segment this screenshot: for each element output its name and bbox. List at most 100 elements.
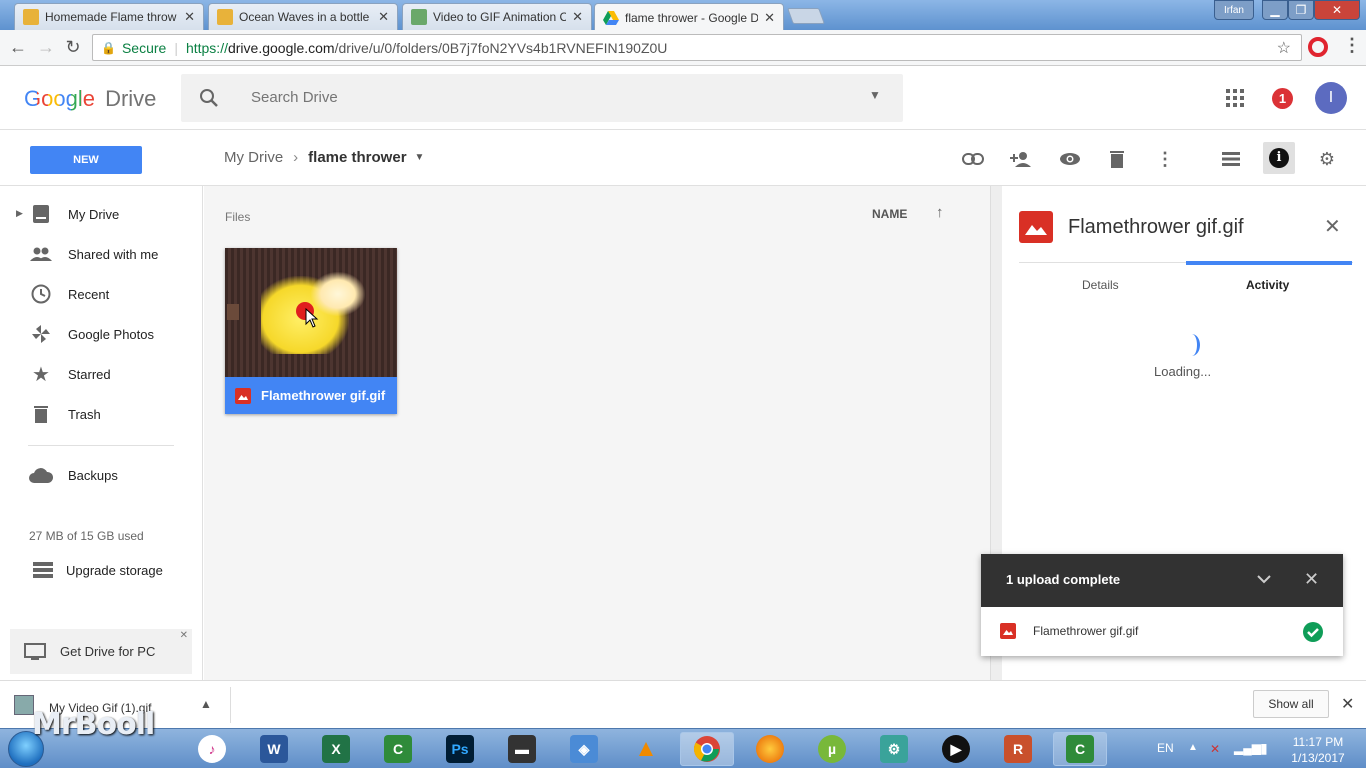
google-drive-logo[interactable]: Google Drive xyxy=(24,86,156,112)
taskbar-projector[interactable]: ▬ xyxy=(495,732,549,766)
sidebar-item-label: Google Photos xyxy=(68,326,155,342)
close-panel-icon[interactable]: ✕ xyxy=(1324,214,1341,239)
sidebar-item-starred[interactable]: ★ Starred xyxy=(0,354,203,394)
menu-icon[interactable]: ⋮ xyxy=(1343,35,1361,56)
panel-title: Flamethrower gif.gif xyxy=(1068,216,1244,238)
taskbar-utorrent[interactable]: µ xyxy=(805,732,859,766)
logo-google: Google xyxy=(24,86,95,111)
sidebar-item-google-photos[interactable]: Google Photos xyxy=(0,314,203,354)
breadcrumb-current-folder[interactable]: flame thrower xyxy=(308,149,406,166)
close-icon[interactable]: ✕ xyxy=(1341,694,1354,714)
user-badge[interactable]: Irfan xyxy=(1214,0,1254,20)
storage-used-text: 27 MB of 15 GB used xyxy=(29,529,144,543)
clock-time[interactable]: 11:17 PM xyxy=(1292,735,1344,749)
taskbar-chrome[interactable] xyxy=(680,732,734,766)
upgrade-storage-link[interactable]: Upgrade storage xyxy=(0,550,203,590)
search-options-icon[interactable]: ▼ xyxy=(869,88,881,102)
file-card[interactable]: Flamethrower gif.gif xyxy=(225,248,397,414)
forward-icon[interactable]: → xyxy=(35,36,57,58)
taskbar-firefox[interactable] xyxy=(743,732,797,766)
more-actions-icon[interactable]: ⋮ xyxy=(1152,146,1178,172)
sidebar-item-my-drive[interactable]: ▶ My Drive xyxy=(0,194,203,234)
sort-arrow-up-icon[interactable]: ↑ xyxy=(936,204,944,221)
tab-details[interactable]: Details xyxy=(1082,278,1119,292)
close-window-icon[interactable]: ✕ xyxy=(1314,0,1360,20)
taskbar-photoshop[interactable]: Ps xyxy=(433,732,487,766)
browser-tab-active[interactable]: flame thrower - Google D ✕ xyxy=(594,3,784,31)
details-toggle[interactable]: i xyxy=(1263,142,1295,174)
taskbar-excel[interactable]: X xyxy=(309,732,363,766)
network-error-icon[interactable]: ✕ xyxy=(1210,742,1220,756)
sidebar-item-trash[interactable]: Trash xyxy=(0,394,203,434)
link-icon[interactable] xyxy=(960,146,986,172)
sidebar: ▶ My Drive Shared with me Recent Google … xyxy=(0,186,203,680)
info-icon: i xyxy=(1269,148,1289,168)
mouse-cursor-icon xyxy=(305,308,319,328)
search-icon[interactable] xyxy=(199,88,219,108)
taskbar-camtasia-recorder[interactable]: C xyxy=(1053,732,1107,766)
taskbar-app[interactable]: ◈ xyxy=(557,732,611,766)
star-icon: ★ xyxy=(32,363,50,386)
taskbar-app-settings[interactable]: ⚙ xyxy=(867,732,921,766)
trash-icon[interactable] xyxy=(1104,146,1130,172)
taskbar-camtasia[interactable]: C xyxy=(371,732,425,766)
power-icon[interactable]: ▮ xyxy=(1260,740,1268,757)
close-icon[interactable]: ✕ xyxy=(184,9,195,25)
expand-arrow-icon[interactable]: ▶ xyxy=(16,208,23,219)
close-icon[interactable]: ✕ xyxy=(764,10,775,26)
share-person-add-icon[interactable] xyxy=(1008,146,1034,172)
search-bar[interactable]: Search Drive ▼ xyxy=(181,74,903,122)
taskbar-r-app[interactable]: R xyxy=(991,732,1045,766)
browser-tab[interactable]: Video to GIF Animation C ✕ xyxy=(402,3,592,30)
address-bar[interactable]: 🔒 Secure | https://drive.google.com/driv… xyxy=(92,34,1302,61)
image-file-icon xyxy=(1019,211,1053,243)
taskbar-media-player[interactable]: ▶ xyxy=(929,732,983,766)
back-icon[interactable]: ← xyxy=(7,36,29,58)
opera-icon[interactable] xyxy=(1308,37,1328,57)
language-indicator[interactable]: EN xyxy=(1157,741,1174,755)
browser-tab[interactable]: Homemade Flame throw ✕ xyxy=(14,3,204,30)
show-all-button[interactable]: Show all xyxy=(1253,690,1329,718)
taskbar-vlc[interactable]: ▲ xyxy=(619,732,673,766)
close-icon[interactable]: ✕ xyxy=(378,9,389,25)
maximize-icon[interactable]: ❐ xyxy=(1288,0,1314,20)
preview-eye-icon[interactable] xyxy=(1057,146,1083,172)
sidebar-item-backups[interactable]: Backups xyxy=(0,455,203,495)
tray-expand-icon[interactable]: ▲ xyxy=(1188,742,1198,753)
clock-date[interactable]: 1/13/2017 xyxy=(1288,751,1348,765)
breadcrumb-my-drive[interactable]: My Drive xyxy=(224,149,283,166)
chevron-down-icon[interactable] xyxy=(1257,575,1271,584)
sidebar-item-recent[interactable]: Recent xyxy=(0,274,203,314)
windows-taskbar: MrBooll ♪ W X C Ps ▬ ◈ ▲ µ ⚙ ▶ R C EN ▲ … xyxy=(0,707,1366,768)
settings-gear-icon[interactable]: ⚙ xyxy=(1314,146,1340,172)
taskbar-word[interactable]: W xyxy=(247,732,301,766)
firefox-icon xyxy=(756,735,784,763)
browser-tab[interactable]: Ocean Waves in a bottle ✕ xyxy=(208,3,398,30)
folder-menu-chevron-icon[interactable]: ▼ xyxy=(415,152,425,163)
close-icon[interactable]: ✕ xyxy=(180,630,188,641)
avatar[interactable]: I xyxy=(1315,82,1347,114)
minimize-icon[interactable]: ▁ xyxy=(1262,0,1288,20)
check-circle-icon xyxy=(1303,622,1323,642)
sidebar-item-shared[interactable]: Shared with me xyxy=(0,234,203,274)
search-input[interactable]: Search Drive xyxy=(251,89,338,106)
camtasia-icon: C xyxy=(1066,735,1094,763)
chevron-up-icon[interactable]: ▲ xyxy=(200,697,212,711)
new-button[interactable]: NEW xyxy=(30,146,142,174)
list-view-icon[interactable] xyxy=(1218,146,1244,172)
close-icon[interactable]: ✕ xyxy=(1304,569,1319,590)
apps-grid-icon[interactable] xyxy=(1226,89,1244,107)
reload-icon[interactable]: ↻ xyxy=(62,36,84,58)
tab-activity[interactable]: Activity xyxy=(1246,278,1289,292)
notification-badge[interactable]: 1 xyxy=(1272,88,1293,109)
bookmark-star-icon[interactable]: ☆ xyxy=(1277,38,1291,58)
sort-by-name[interactable]: NAME xyxy=(872,207,907,221)
drive-subheader: NEW My Drive › flame thrower ▼ ⋮ i ⚙ xyxy=(0,131,1366,186)
get-drive-for-pc-promo[interactable]: Get Drive for PC ✕ xyxy=(10,629,192,674)
excel-icon: X xyxy=(322,735,350,763)
taskbar-itunes[interactable]: ♪ xyxy=(185,732,239,766)
close-icon[interactable]: ✕ xyxy=(572,9,583,25)
new-tab-button[interactable] xyxy=(787,8,825,24)
uploaded-file-name[interactable]: Flamethrower gif.gif xyxy=(1033,624,1138,638)
signal-icon[interactable]: ▂▄▆ xyxy=(1234,741,1261,755)
